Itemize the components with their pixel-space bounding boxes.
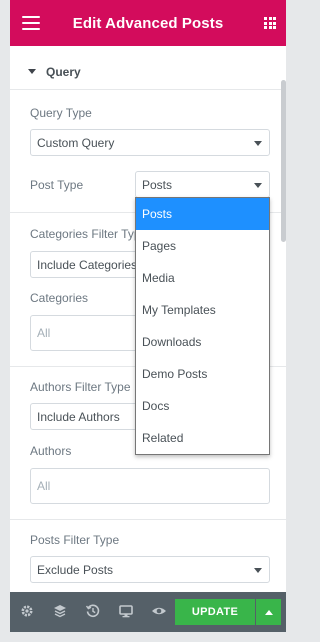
dropdown-option[interactable]: My Templates: [136, 294, 269, 326]
editor-footer: UPDATE: [10, 592, 286, 632]
query-section-header[interactable]: Query: [10, 54, 286, 90]
dropdown-option[interactable]: Media: [136, 262, 269, 294]
categories-filter-label: Categories Filter Type: [30, 227, 148, 241]
posts-filter-select[interactable]: Exclude Posts: [30, 556, 270, 583]
dropdown-option[interactable]: Docs: [136, 390, 269, 422]
chevron-down-icon: [254, 183, 262, 188]
categories-label: Categories: [30, 291, 89, 305]
dropdown-option[interactable]: Posts: [136, 198, 269, 230]
dropdown-option[interactable]: Related: [136, 422, 269, 454]
dropdown-option[interactable]: Downloads: [136, 326, 269, 358]
caret-up-icon: [264, 609, 273, 615]
hamburger-menu-icon[interactable]: [22, 16, 40, 30]
dropdown-option[interactable]: Pages: [136, 230, 269, 262]
authors-placeholder: All: [37, 479, 51, 493]
post-type-dropdown: Posts Pages Media My Templates Downloads…: [135, 197, 270, 455]
settings-icon[interactable]: [19, 603, 35, 619]
history-icon[interactable]: [85, 603, 101, 619]
authors-label: Authors: [30, 444, 72, 458]
layers-icon[interactable]: [52, 603, 68, 619]
section-divider: [10, 519, 286, 520]
authors-filter-label: Authors Filter Type: [30, 380, 131, 394]
categories-filter-value: Include Categories: [37, 257, 138, 272]
widgets-grid-icon[interactable]: [264, 17, 276, 29]
header-title: Edit Advanced Posts: [72, 14, 224, 32]
responsive-icon[interactable]: [118, 603, 134, 619]
editor-header: Edit Advanced Posts: [10, 0, 286, 46]
query-type-select[interactable]: Custom Query: [30, 129, 270, 156]
chevron-down-icon: [254, 568, 262, 573]
dropdown-option[interactable]: Demo Posts: [136, 358, 269, 390]
query-type-label: Query Type: [30, 106, 92, 120]
update-button[interactable]: UPDATE: [175, 599, 255, 625]
authors-input[interactable]: All: [30, 468, 270, 504]
categories-placeholder: All: [37, 326, 51, 340]
panel-scrollbar[interactable]: [281, 80, 286, 242]
authors-filter-value: Include Authors: [37, 409, 120, 424]
posts-filter-label: Posts Filter Type: [30, 533, 120, 547]
posts-filter-value: Exclude Posts: [37, 562, 114, 577]
query-type-value: Custom Query: [37, 135, 115, 150]
post-type-select[interactable]: Posts: [135, 171, 270, 198]
editor-frame: Edit Advanced Posts Query Query Type Cus…: [0, 0, 296, 642]
preview-icon[interactable]: [151, 603, 167, 619]
chevron-down-icon: [254, 141, 262, 146]
section-title: Query: [46, 64, 81, 79]
post-type-value: Posts: [142, 177, 173, 192]
caret-down-icon: [28, 69, 36, 74]
post-type-label: Post Type: [30, 178, 84, 192]
update-options-button[interactable]: [256, 599, 281, 625]
